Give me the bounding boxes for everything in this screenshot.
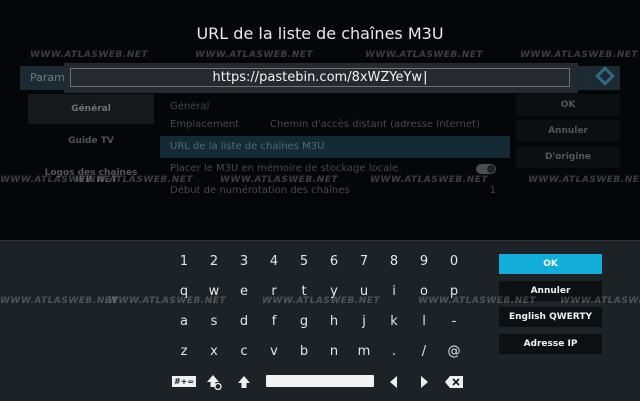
settings-buttons: OK Annuler D'origine [516, 94, 620, 172]
key-e[interactable]: e [230, 280, 258, 304]
url-input-value: https://pastebin.com/8xWZYeYw [71, 69, 569, 87]
key-g[interactable]: g [290, 310, 318, 334]
key-0[interactable]: 0 [440, 250, 468, 274]
setting-m3u-url-label: URL de la liste de chaînes M3U [170, 141, 325, 152]
key-f[interactable]: f [260, 310, 288, 334]
key-9[interactable]: 9 [410, 250, 438, 274]
key-j[interactable]: j [350, 310, 378, 334]
key-v[interactable]: v [260, 340, 288, 364]
space-key[interactable] [266, 375, 374, 387]
key-1[interactable]: 1 [170, 250, 198, 274]
setting-channel-start-value: 1 [489, 185, 496, 196]
keyboard-ok-button[interactable]: OK [499, 254, 602, 274]
settings-list: Général Emplacement Chemin d'accès dista… [160, 100, 510, 220]
cursor-left-icon[interactable] [380, 369, 408, 393]
settings-cancel-button[interactable]: Annuler [516, 120, 620, 142]
watermark: WWW.ATLASWEB.NET [370, 175, 489, 185]
key-c[interactable]: c [230, 340, 258, 364]
key-d[interactable]: d [230, 310, 258, 334]
watermark: WWW.ATLASWEB.NET [195, 50, 314, 60]
key-h[interactable]: h [320, 310, 348, 334]
key-b[interactable]: b [290, 340, 318, 364]
url-input[interactable]: https://pastebin.com/8xWZYeYw [70, 68, 570, 87]
ip-address-button[interactable]: Adresse IP [499, 334, 602, 354]
key-hyphen[interactable]: - [440, 310, 468, 334]
setting-location[interactable]: Emplacement Chemin d'accès distant (adre… [160, 114, 510, 136]
key-at[interactable]: @ [440, 340, 468, 364]
watermark: WWW.ATLASWEB.NET [220, 175, 339, 185]
shift-icon[interactable] [200, 369, 228, 393]
watermark: WWW.ATLASWEB.NET [0, 296, 119, 306]
key-3[interactable]: 3 [230, 250, 258, 274]
setting-location-label: Emplacement [170, 119, 240, 130]
dialog-title: URL de la liste de chaînes M3U [196, 24, 444, 43]
watermark: WWW.ATLASWEB.NET [365, 50, 484, 60]
on-screen-keyboard: 1 2 3 4 5 6 7 8 9 0 q w e r t y u i o p … [0, 240, 640, 401]
input-frame: https://pastebin.com/8xWZYeYw [64, 63, 578, 93]
key-a[interactable]: a [170, 310, 198, 334]
setting-location-value: Chemin d'accès distant (adresse Internet… [270, 119, 480, 130]
setting-channel-start-label: Début de numérotation des chaînes [170, 185, 350, 196]
watermark: WWW.ATLASWEB.NET [520, 50, 639, 60]
watermark: WWW.ATLASWEB.NET [108, 296, 227, 306]
key-slash[interactable]: / [410, 340, 438, 364]
settings-category-label: Général [170, 101, 210, 112]
watermark: WWW.ATLASWEB.NET [528, 175, 640, 185]
watermark: WWW.ATLASWEB.NET [560, 296, 640, 306]
key-z[interactable]: z [170, 340, 198, 364]
key-n[interactable]: n [320, 340, 348, 364]
key-period[interactable]: . [380, 340, 408, 364]
kodi-logo-icon [595, 66, 615, 86]
sidebar-item-general[interactable]: Général [28, 94, 154, 124]
settings-ok-button[interactable]: OK [516, 94, 620, 116]
watermark: WWW.ATLASWEB.NET [75, 175, 194, 185]
key-4[interactable]: 4 [260, 250, 288, 274]
uppercase-icon[interactable] [230, 369, 258, 393]
key-i[interactable]: i [380, 280, 408, 304]
key-k[interactable]: k [380, 310, 408, 334]
key-8[interactable]: 8 [380, 250, 408, 274]
cache-m3u-toggle[interactable] [476, 164, 496, 174]
symbols-label: #+= [171, 376, 197, 387]
key-x[interactable]: x [200, 340, 228, 364]
watermark: WWW.ATLASWEB.NET [30, 50, 149, 60]
settings-default-button[interactable]: D'origine [516, 146, 620, 168]
key-2[interactable]: 2 [200, 250, 228, 274]
watermark: WWW.ATLASWEB.NET [262, 296, 381, 306]
watermark: WWW.ATLASWEB.NET [418, 296, 537, 306]
setting-m3u-url[interactable]: URL de la liste de chaînes M3U [160, 136, 510, 158]
key-5[interactable]: 5 [290, 250, 318, 274]
keyboard-layout-button[interactable]: English QWERTY [499, 307, 602, 327]
key-l[interactable]: l [410, 310, 438, 334]
sidebar-item-guide-tv[interactable]: Guide TV [28, 126, 154, 156]
setting-cache-m3u-label: Placer le M3U en mémoire de stockage loc… [170, 163, 399, 174]
key-6[interactable]: 6 [320, 250, 348, 274]
key-s[interactable]: s [200, 310, 228, 334]
cursor-right-icon[interactable] [410, 369, 438, 393]
key-m[interactable]: m [350, 340, 378, 364]
settings-sidebar: Général Guide TV Logos des chaînes [28, 94, 154, 224]
key-7[interactable]: 7 [350, 250, 378, 274]
symbols-icon[interactable]: #+= [170, 369, 198, 393]
backspace-icon[interactable] [440, 369, 468, 393]
